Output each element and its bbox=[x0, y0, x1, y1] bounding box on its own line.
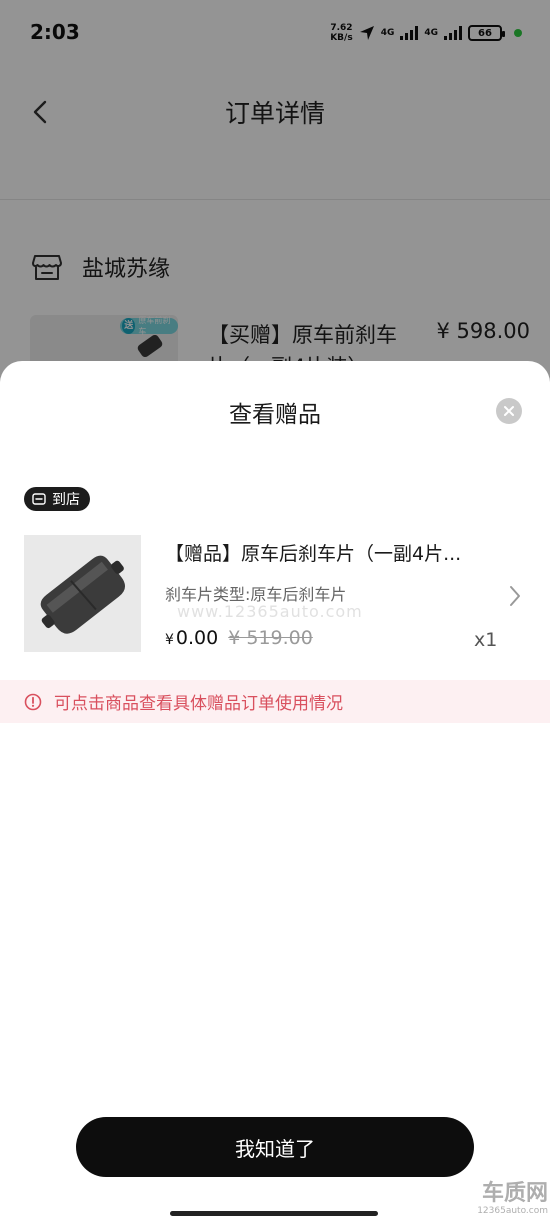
gift-price: ¥0.00 ¥ 519.00 bbox=[165, 627, 313, 649]
notice-text: 可点击商品查看具体赠品订单使用情况 bbox=[54, 694, 343, 714]
chevron-right-icon[interactable] bbox=[509, 585, 521, 607]
watermark-logo: 车质网 12365auto.com bbox=[477, 1181, 548, 1217]
in-store-label: 到店 bbox=[52, 492, 80, 508]
gift-bottom-sheet: 查看赠品 到店 【赠品】原车后刹车片（一副4片... 刹车片类型:原车后刹车片 … bbox=[0, 361, 550, 1223]
store-icon bbox=[32, 493, 46, 505]
watermark-url: www.12365auto.com bbox=[177, 602, 363, 621]
gift-thumbnail bbox=[24, 535, 141, 652]
gift-current-price: ¥0.00 bbox=[165, 627, 219, 649]
in-store-badge: 到店 bbox=[24, 487, 90, 511]
brake-pad-image bbox=[40, 555, 125, 634]
notice-banner: 可点击商品查看具体赠品订单使用情况 bbox=[0, 680, 550, 723]
close-button[interactable] bbox=[496, 398, 522, 424]
alert-circle-icon bbox=[24, 693, 42, 710]
home-indicator[interactable] bbox=[170, 1211, 378, 1216]
confirm-button[interactable]: 我知道了 bbox=[76, 1117, 474, 1177]
close-icon bbox=[504, 406, 514, 416]
gift-quantity: x1 bbox=[474, 629, 498, 651]
gift-item[interactable]: 【赠品】原车后刹车片（一副4片... 刹车片类型:原车后刹车片 ¥0.00 ¥ … bbox=[0, 535, 550, 655]
sheet-title: 查看赠品 bbox=[229, 402, 321, 428]
gift-original-price: ¥ 519.00 bbox=[228, 627, 313, 649]
gift-name: 【赠品】原车后刹车片（一副4片... bbox=[165, 543, 462, 565]
